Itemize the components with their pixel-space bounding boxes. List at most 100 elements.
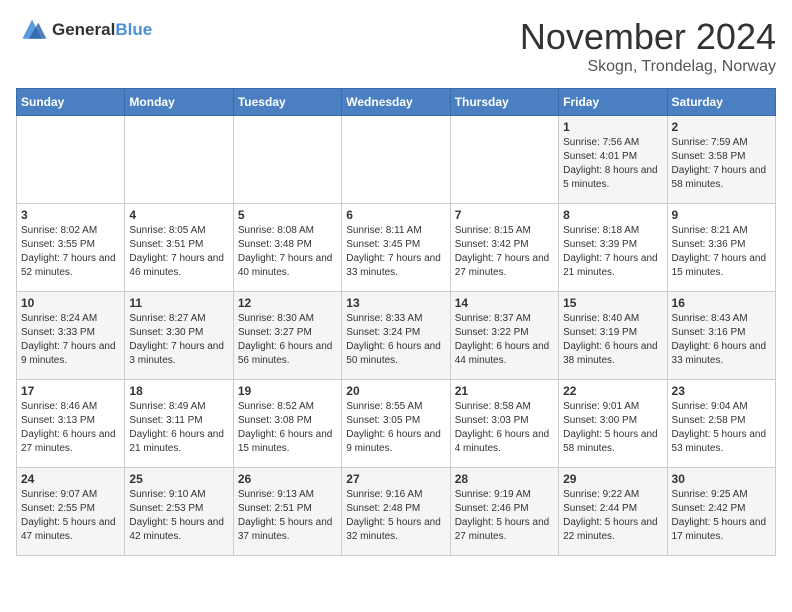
cell-content: Sunrise: 8:27 AM Sunset: 3:30 PM Dayligh… bbox=[129, 312, 228, 368]
day-number: 12 bbox=[238, 296, 337, 310]
calendar-cell: 28 Sunrise: 9:19 AM Sunset: 2:46 PM Dayli… bbox=[450, 468, 558, 556]
cell-content: Sunrise: 8:46 AM Sunset: 3:13 PM Dayligh… bbox=[21, 400, 120, 456]
day-number: 24 bbox=[21, 472, 120, 486]
header-row: Sunday Monday Tuesday Wednesday Thursday… bbox=[17, 89, 776, 116]
calendar-cell: 5 Sunrise: 8:08 AM Sunset: 3:48 PM Daylig… bbox=[233, 204, 341, 292]
cell-content: Sunrise: 9:19 AM Sunset: 2:46 PM Dayligh… bbox=[455, 488, 554, 544]
calendar-cell: 29 Sunrise: 9:22 AM Sunset: 2:44 PM Dayli… bbox=[559, 468, 667, 556]
calendar-cell: 4 Sunrise: 8:05 AM Sunset: 3:51 PM Daylig… bbox=[125, 204, 233, 292]
week-row-2: 3 Sunrise: 8:02 AM Sunset: 3:55 PM Daylig… bbox=[17, 204, 776, 292]
day-number: 19 bbox=[238, 384, 337, 398]
day-number: 23 bbox=[672, 384, 771, 398]
cell-content: Sunrise: 9:25 AM Sunset: 2:42 PM Dayligh… bbox=[672, 488, 771, 544]
day-number: 11 bbox=[129, 296, 228, 310]
logo-general: GeneralBlue bbox=[52, 20, 152, 40]
page-header: GeneralBlue November 2024 Skogn, Trondel… bbox=[16, 16, 776, 76]
calendar-cell: 16Sunrise: 8:43 AM Sunset: 3:16 PM Dayli… bbox=[667, 292, 775, 380]
day-number: 10 bbox=[21, 296, 120, 310]
calendar-cell: 24 Sunrise: 9:07 AM Sunset: 2:55 PM Dayli… bbox=[17, 468, 125, 556]
cell-content: Sunrise: 8:49 AM Sunset: 3:11 PM Dayligh… bbox=[129, 400, 228, 456]
calendar-cell bbox=[342, 116, 450, 204]
calendar-cell: 19 Sunrise: 8:52 AM Sunset: 3:08 PM Dayli… bbox=[233, 380, 341, 468]
cell-content: Sunrise: 7:56 AM Sunset: 4:01 PM Dayligh… bbox=[563, 136, 662, 192]
day-number: 28 bbox=[455, 472, 554, 486]
month-title: November 2024 bbox=[520, 16, 776, 58]
calendar-cell: 14 Sunrise: 8:37 AM Sunset: 3:22 PM Dayli… bbox=[450, 292, 558, 380]
cell-content: Sunrise: 9:16 AM Sunset: 2:48 PM Dayligh… bbox=[346, 488, 445, 544]
day-number: 6 bbox=[346, 208, 445, 222]
week-row-3: 10 Sunrise: 8:24 AM Sunset: 3:33 PM Dayli… bbox=[17, 292, 776, 380]
logo: GeneralBlue bbox=[16, 16, 152, 44]
calendar-cell: 23 Sunrise: 9:04 AM Sunset: 2:58 PM Dayli… bbox=[667, 380, 775, 468]
day-number: 3 bbox=[21, 208, 120, 222]
cell-content: Sunrise: 8:15 AM Sunset: 3:42 PM Dayligh… bbox=[455, 224, 554, 280]
cell-content: Sunrise: 8:02 AM Sunset: 3:55 PM Dayligh… bbox=[21, 224, 120, 280]
cell-content: Sunrise: 8:08 AM Sunset: 3:48 PM Dayligh… bbox=[238, 224, 337, 280]
col-sunday: Sunday bbox=[17, 89, 125, 116]
calendar-cell: 22 Sunrise: 9:01 AM Sunset: 3:00 PM Dayli… bbox=[559, 380, 667, 468]
calendar-cell: 6Sunrise: 8:11 AM Sunset: 3:45 PM Daylig… bbox=[342, 204, 450, 292]
week-row-5: 24 Sunrise: 9:07 AM Sunset: 2:55 PM Dayli… bbox=[17, 468, 776, 556]
cell-content: Sunrise: 9:22 AM Sunset: 2:44 PM Dayligh… bbox=[563, 488, 662, 544]
cell-content: Sunrise: 7:59 AM Sunset: 3:58 PM Dayligh… bbox=[672, 136, 771, 192]
cell-content: Sunrise: 8:33 AM Sunset: 3:24 PM Dayligh… bbox=[346, 312, 445, 368]
day-number: 14 bbox=[455, 296, 554, 310]
col-tuesday: Tuesday bbox=[233, 89, 341, 116]
logo-icon bbox=[16, 16, 48, 44]
calendar-cell: 1Sunrise: 7:56 AM Sunset: 4:01 PM Daylig… bbox=[559, 116, 667, 204]
day-number: 5 bbox=[238, 208, 337, 222]
cell-content: Sunrise: 8:40 AM Sunset: 3:19 PM Dayligh… bbox=[563, 312, 662, 368]
cell-content: Sunrise: 8:30 AM Sunset: 3:27 PM Dayligh… bbox=[238, 312, 337, 368]
calendar-cell: 11 Sunrise: 8:27 AM Sunset: 3:30 PM Dayli… bbox=[125, 292, 233, 380]
day-number: 13 bbox=[346, 296, 445, 310]
calendar-cell: 17 Sunrise: 8:46 AM Sunset: 3:13 PM Dayli… bbox=[17, 380, 125, 468]
day-number: 9 bbox=[672, 208, 771, 222]
cell-content: Sunrise: 8:55 AM Sunset: 3:05 PM Dayligh… bbox=[346, 400, 445, 456]
calendar-table: Sunday Monday Tuesday Wednesday Thursday… bbox=[16, 88, 776, 556]
cell-content: Sunrise: 9:13 AM Sunset: 2:51 PM Dayligh… bbox=[238, 488, 337, 544]
day-number: 17 bbox=[21, 384, 120, 398]
week-row-1: 1Sunrise: 7:56 AM Sunset: 4:01 PM Daylig… bbox=[17, 116, 776, 204]
calendar-cell: 18 Sunrise: 8:49 AM Sunset: 3:11 PM Dayli… bbox=[125, 380, 233, 468]
calendar-cell: 10 Sunrise: 8:24 AM Sunset: 3:33 PM Dayli… bbox=[17, 292, 125, 380]
day-number: 21 bbox=[455, 384, 554, 398]
calendar-cell: 26 Sunrise: 9:13 AM Sunset: 2:51 PM Dayli… bbox=[233, 468, 341, 556]
col-monday: Monday bbox=[125, 89, 233, 116]
cell-content: Sunrise: 8:24 AM Sunset: 3:33 PM Dayligh… bbox=[21, 312, 120, 368]
title-area: November 2024 Skogn, Trondelag, Norway bbox=[520, 16, 776, 76]
day-number: 22 bbox=[563, 384, 662, 398]
calendar-cell: 12 Sunrise: 8:30 AM Sunset: 3:27 PM Dayli… bbox=[233, 292, 341, 380]
day-number: 26 bbox=[238, 472, 337, 486]
day-number: 4 bbox=[129, 208, 228, 222]
day-number: 29 bbox=[563, 472, 662, 486]
col-friday: Friday bbox=[559, 89, 667, 116]
calendar-cell: 8Sunrise: 8:18 AM Sunset: 3:39 PM Daylig… bbox=[559, 204, 667, 292]
col-wednesday: Wednesday bbox=[342, 89, 450, 116]
col-thursday: Thursday bbox=[450, 89, 558, 116]
cell-content: Sunrise: 9:07 AM Sunset: 2:55 PM Dayligh… bbox=[21, 488, 120, 544]
day-number: 8 bbox=[563, 208, 662, 222]
calendar-cell: 21Sunrise: 8:58 AM Sunset: 3:03 PM Dayli… bbox=[450, 380, 558, 468]
calendar-cell: 15Sunrise: 8:40 AM Sunset: 3:19 PM Dayli… bbox=[559, 292, 667, 380]
calendar-cell bbox=[17, 116, 125, 204]
cell-content: Sunrise: 8:05 AM Sunset: 3:51 PM Dayligh… bbox=[129, 224, 228, 280]
calendar-cell bbox=[450, 116, 558, 204]
cell-content: Sunrise: 8:37 AM Sunset: 3:22 PM Dayligh… bbox=[455, 312, 554, 368]
day-number: 27 bbox=[346, 472, 445, 486]
calendar-cell: 7Sunrise: 8:15 AM Sunset: 3:42 PM Daylig… bbox=[450, 204, 558, 292]
cell-content: Sunrise: 8:52 AM Sunset: 3:08 PM Dayligh… bbox=[238, 400, 337, 456]
cell-content: Sunrise: 8:21 AM Sunset: 3:36 PM Dayligh… bbox=[672, 224, 771, 280]
calendar-cell: 2 Sunrise: 7:59 AM Sunset: 3:58 PM Daylig… bbox=[667, 116, 775, 204]
day-number: 2 bbox=[672, 120, 771, 134]
calendar-cell: 13 Sunrise: 8:33 AM Sunset: 3:24 PM Dayli… bbox=[342, 292, 450, 380]
cell-content: Sunrise: 9:10 AM Sunset: 2:53 PM Dayligh… bbox=[129, 488, 228, 544]
calendar-cell: 9 Sunrise: 8:21 AM Sunset: 3:36 PM Daylig… bbox=[667, 204, 775, 292]
calendar-cell bbox=[125, 116, 233, 204]
cell-content: Sunrise: 9:04 AM Sunset: 2:58 PM Dayligh… bbox=[672, 400, 771, 456]
day-number: 30 bbox=[672, 472, 771, 486]
calendar-cell: 3 Sunrise: 8:02 AM Sunset: 3:55 PM Daylig… bbox=[17, 204, 125, 292]
day-number: 18 bbox=[129, 384, 228, 398]
cell-content: Sunrise: 9:01 AM Sunset: 3:00 PM Dayligh… bbox=[563, 400, 662, 456]
cell-content: Sunrise: 8:43 AM Sunset: 3:16 PM Dayligh… bbox=[672, 312, 771, 368]
calendar-cell: 20Sunrise: 8:55 AM Sunset: 3:05 PM Dayli… bbox=[342, 380, 450, 468]
